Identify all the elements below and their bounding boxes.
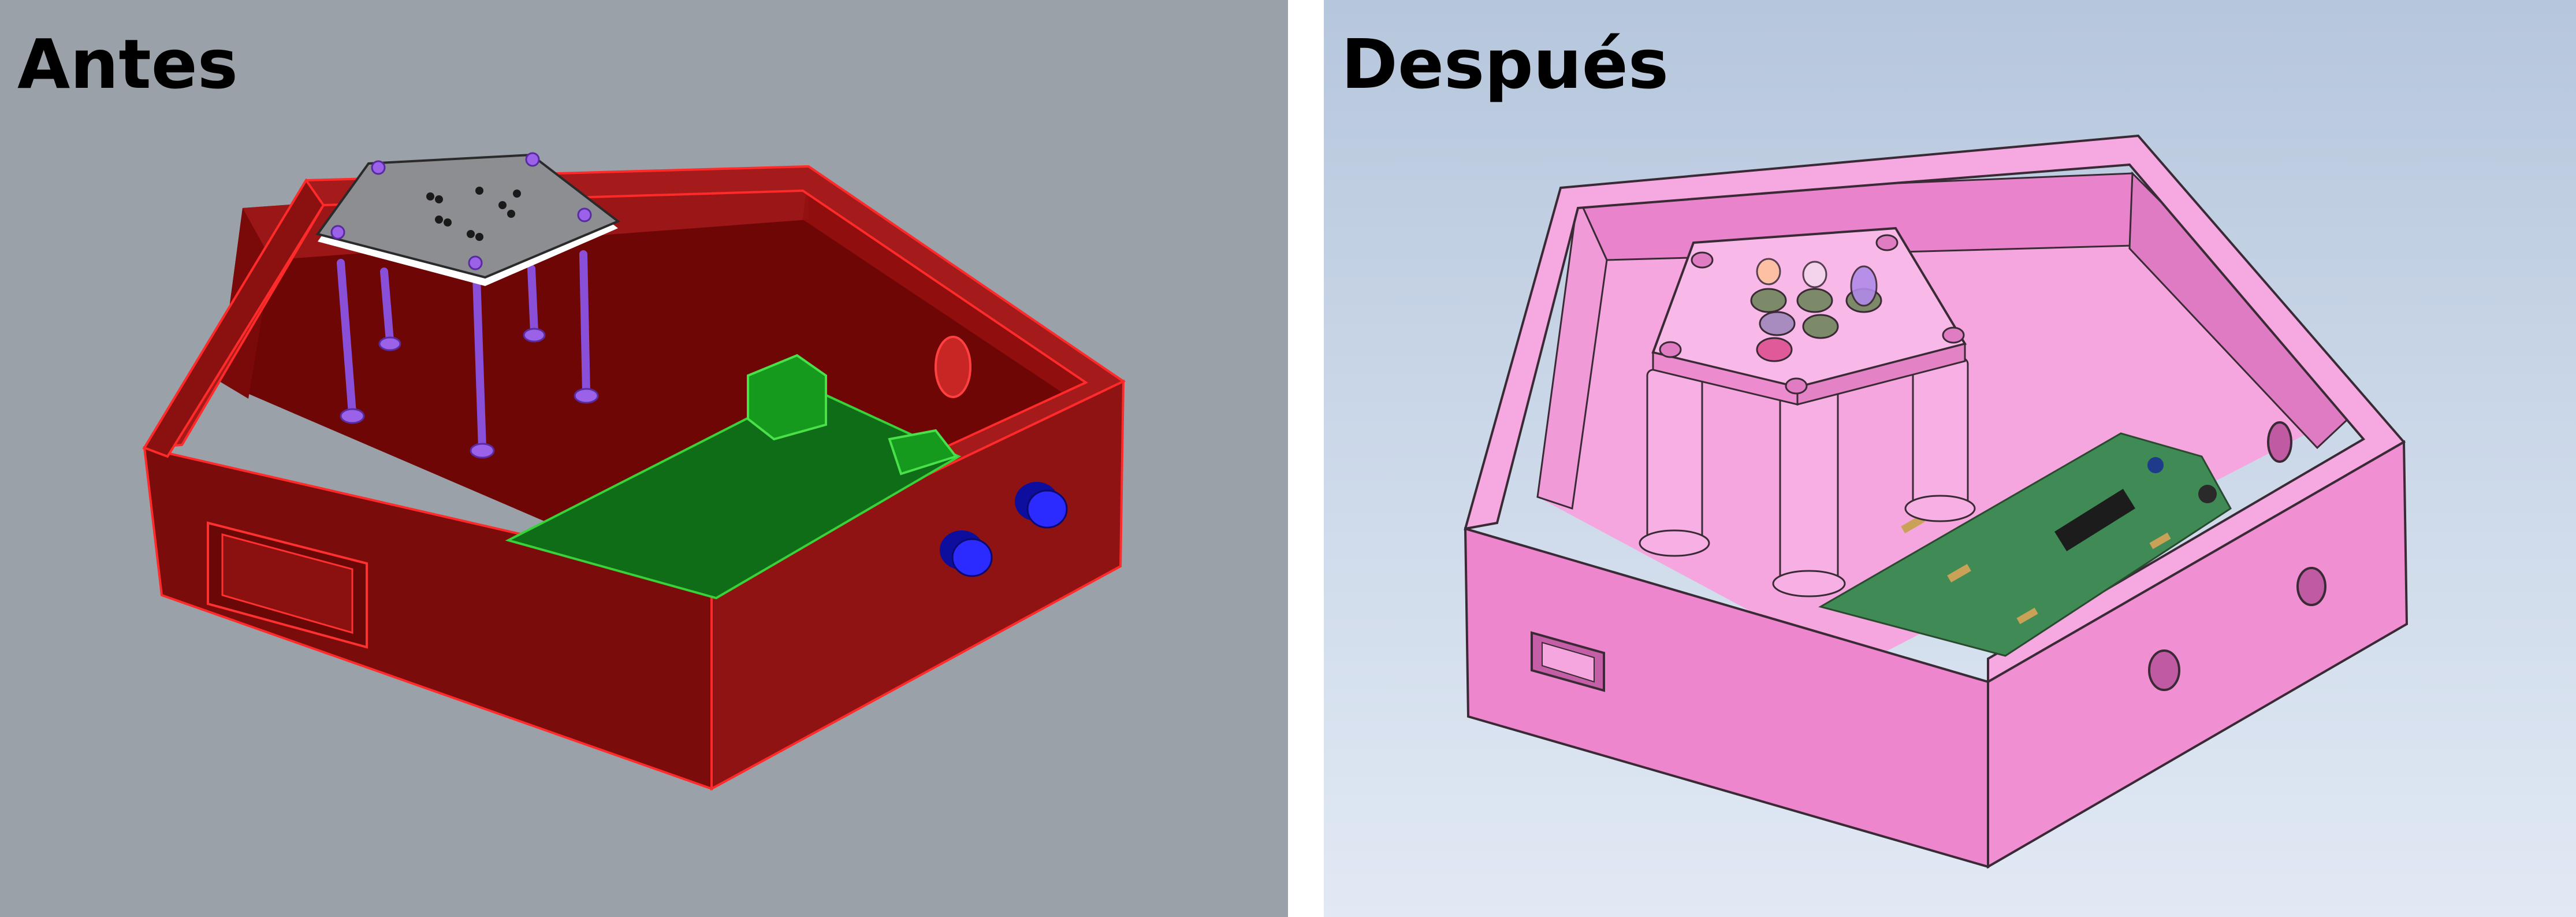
pcb-component-after: [2198, 485, 2217, 503]
side-hole-before: [935, 336, 971, 398]
panel-label-after: Después: [1341, 24, 1669, 104]
panel-before: Antes: [0, 0, 1288, 917]
panel-after: Después: [1324, 0, 2576, 917]
enclosure-render-before: [142, 152, 1126, 791]
enclosure-render-after: [1464, 134, 2409, 869]
panel-label-before: Antes: [17, 24, 239, 104]
